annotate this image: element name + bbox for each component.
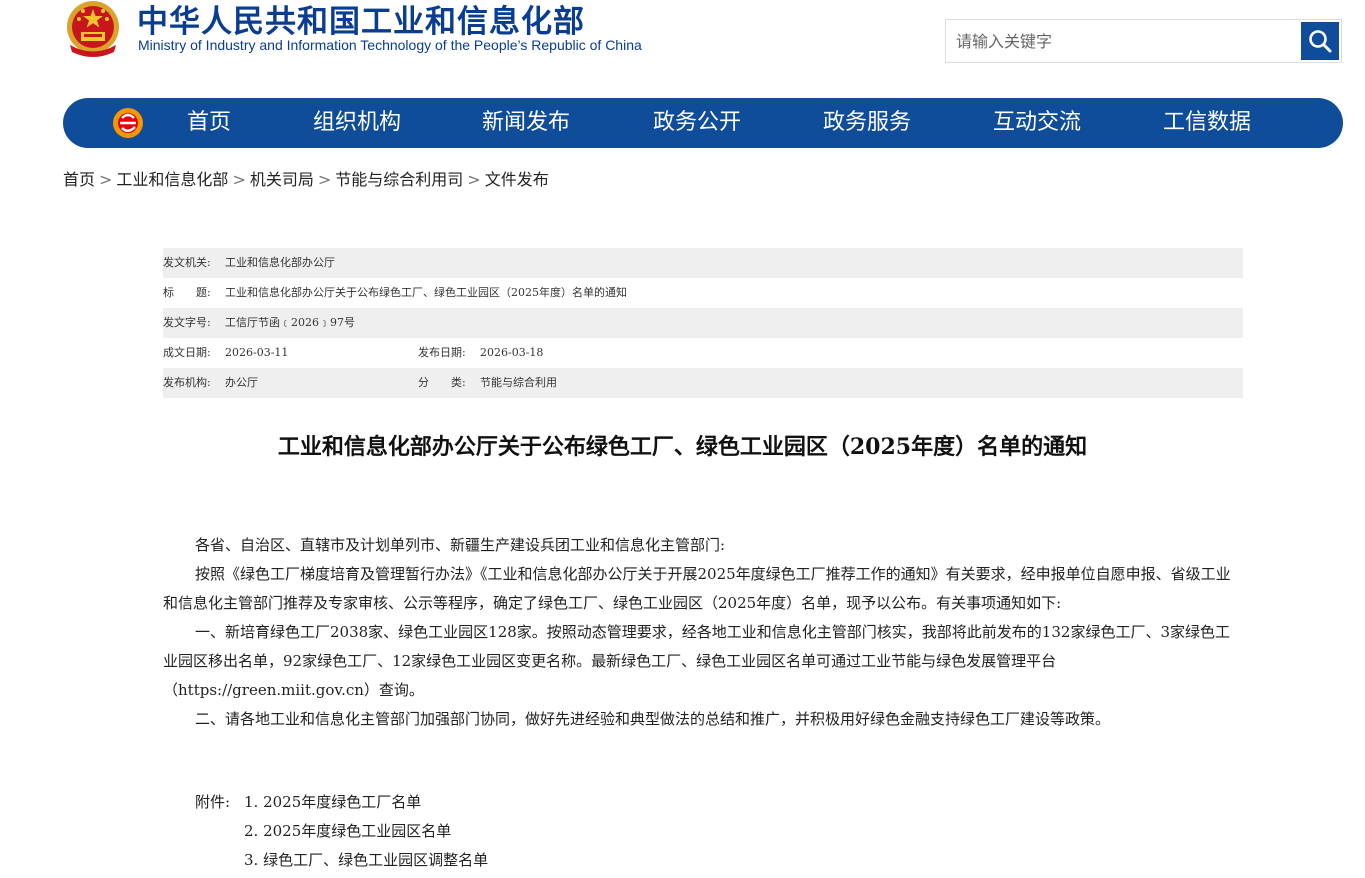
nav-organization[interactable]: 组织机构	[313, 98, 401, 148]
meta-label: 发文字号:	[163, 316, 211, 329]
meta-row-subject: 标 题: 工业和信息化部办公厅关于公布绿色工厂、绿色工业园区（2025年度）名单…	[163, 278, 1243, 308]
meta-written-value: 2026-03-11	[225, 346, 289, 359]
site-title: 中华人民共和国工业和信息化部	[137, 4, 585, 40]
article-paragraph: 按照《绿色工厂梯度培育及管理暂行办法》《工业和信息化部办公厅关于开展2025年度…	[163, 565, 1231, 612]
attachments-label: 附件:	[195, 793, 231, 811]
meta-row-org: 发布机构: 办公厅 分 类: 节能与综合利用	[163, 368, 1243, 398]
breadcrumb-departments[interactable]: 机关司局	[250, 170, 314, 189]
attachment-link[interactable]: 1. 2025年度绿色工厂名单	[244, 791, 421, 812]
search-box	[945, 19, 1342, 63]
breadcrumb-separator: >	[99, 170, 113, 189]
breadcrumb-documents[interactable]: 文件发布	[485, 170, 549, 189]
meta-label: 发文机关:	[163, 256, 211, 269]
article-paragraph: 二、请各地工业和信息化主管部门加强部门协同，做好先进经验和典型做法的总结和推广，…	[195, 710, 1111, 728]
meta-label: 成文日期:	[163, 346, 211, 359]
article-paragraph: 一、新培育绿色工厂2038家、绿色工业园区128家。按照动态管理要求，经各地工业…	[163, 623, 1230, 699]
breadcrumb-home[interactable]: 首页	[63, 170, 95, 189]
breadcrumb: 首页 > 工业和信息化部 > 机关司局 > 节能与综合利用司 > 文件发布	[63, 166, 549, 190]
meta-row-docno: 发文字号: 工信厅节函﹝2026﹞97号	[163, 308, 1243, 338]
meta-label: 发布日期:	[418, 346, 466, 359]
miit-logo-icon	[111, 106, 145, 140]
article-title: 工业和信息化部办公厅关于公布绿色工厂、绿色工业园区（2025年度）名单的通知	[277, 434, 1088, 460]
breadcrumb-separator: >	[317, 170, 332, 189]
breadcrumb-energy-dept[interactable]: 节能与综合利用司	[335, 170, 463, 189]
meta-row-issuer: 发文机关: 工业和信息化部办公厅	[163, 248, 1243, 278]
search-button[interactable]	[1301, 22, 1339, 60]
meta-issuer-value: 工业和信息化部办公厅	[225, 256, 335, 269]
meta-published-value: 2026-03-18	[480, 346, 544, 359]
meta-label: 发布机构:	[163, 376, 211, 389]
site-subtitle: Ministry of Industry and Information Tec…	[138, 37, 642, 53]
meta-subject-value: 工业和信息化部办公厅关于公布绿色工厂、绿色工业园区（2025年度）名单的通知	[225, 286, 627, 299]
breadcrumb-separator: >	[467, 170, 481, 189]
main-nav: 首页 组织机构 新闻发布 政务公开 政务服务 互动交流 工信数据	[63, 98, 1343, 148]
meta-row-dates: 成文日期: 2026-03-11 发布日期: 2026-03-18	[163, 338, 1243, 368]
meta-label: 分 类:	[418, 376, 466, 389]
attachment-link[interactable]: 3. 绿色工厂、绿色工业园区调整名单	[244, 849, 488, 870]
nav-data[interactable]: 工信数据	[1163, 98, 1251, 148]
attachment-link[interactable]: 2. 2025年度绿色工业园区名单	[244, 820, 451, 841]
meta-docno-value: 工信厅节函﹝2026﹞97号	[225, 316, 355, 329]
meta-label: 标 题:	[163, 286, 211, 299]
meta-category-value: 节能与综合利用	[480, 376, 557, 389]
nav-gov-affairs[interactable]: 政务公开	[653, 98, 741, 148]
meta-org-value: 办公厅	[225, 376, 258, 389]
document-meta-table: 发文机关: 工业和信息化部办公厅 标 题: 工业和信息化部办公厅关于公布绿色工厂…	[163, 248, 1243, 398]
nav-home[interactable]: 首页	[187, 98, 231, 148]
search-input[interactable]	[946, 20, 1316, 62]
breadcrumb-ministry[interactable]: 工业和信息化部	[116, 170, 228, 189]
article-salutation: 各省、自治区、直辖市及计划单列市、新疆生产建设兵团工业和信息化主管部门:	[195, 536, 726, 554]
nav-services[interactable]: 政务服务	[823, 98, 911, 148]
national-emblem-logo	[62, 0, 124, 58]
nav-interaction[interactable]: 互动交流	[993, 98, 1081, 148]
search-icon	[1309, 30, 1332, 53]
breadcrumb-separator: >	[232, 170, 246, 189]
nav-news[interactable]: 新闻发布	[482, 98, 570, 148]
article-body: 各省、自治区、直辖市及计划单列市、新疆生产建设兵团工业和信息化主管部门: 按照《…	[163, 531, 1243, 734]
